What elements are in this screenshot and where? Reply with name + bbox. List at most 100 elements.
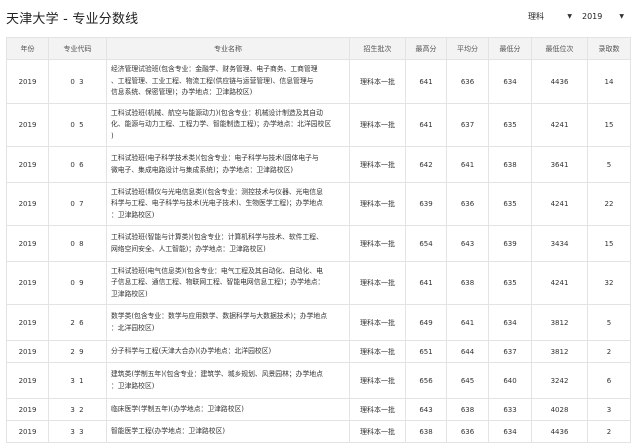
cell-batch: 理科本一批 [349,340,406,363]
col-header-batch[interactable]: 招生批次 [349,37,406,60]
cell-min-score: 639 [488,225,532,262]
cell-year: 2019 [6,146,49,183]
cell-batch: 理科本一批 [349,146,406,183]
cell-avg-score: 636 [446,59,489,104]
cell-max-score: 639 [405,182,447,226]
cell-admit-count: 3 [587,398,631,421]
table-row[interactable]: 2019 0 5 工科试验班(机械、航空与能源动力)(包含专业：机械设计制造及其自动… [6,103,631,147]
cell-admit-count: 5 [587,146,631,183]
cell-year: 2019 [6,261,49,305]
cell-batch: 理科本一批 [349,261,406,305]
cell-avg-score: 636 [446,182,489,226]
cell-year: 2019 [6,182,49,226]
table-row[interactable]: 2019 0 3 经济管理试验班(包含专业：金融学、财务管理、电子商务、工商管理 、… [6,59,631,104]
cell-year: 2019 [6,398,49,421]
filter-selects: 理科 ▼ 2019 ▼ [528,10,624,24]
table-row[interactable]: 2019 2 9 分子科学与工程(天津大合办)(办学地点：北洋园校区) 理科本一批 65… [6,340,631,363]
cell-code: 3 2 [48,398,107,421]
cell-min-rank: 4436 [531,59,588,104]
cell-min-score: 634 [488,59,532,104]
col-header-count[interactable]: 录取数 [587,37,631,60]
cell-admit-count: 2 [587,420,631,443]
cell-min-rank: 4028 [531,398,588,421]
cell-min-score: 635 [488,182,532,226]
cell-year: 2019 [6,362,49,399]
score-table: 年份 专业代码 专业名称 招生批次 最高分 平均分 最低分 最低位次 录取数 2… [6,37,631,443]
table-row[interactable]: 2019 0 8 工科试验班(智能与计算类)(包含专业：计算机科学与技术、软件工程、… [6,225,631,262]
cell-major-name: 分子科学与工程(天津大合办)(办学地点：北洋园校区) [106,340,350,363]
cell-major-name: 数学类(包含专业：数学与应用数学、数据科学与大数据技术)；办学地点 ：北洋园校区… [106,304,350,341]
table-body: 2019 0 3 经济管理试验班(包含专业：金融学、财务管理、电子商务、工商管理 、… [6,59,631,443]
cell-avg-score: 641 [446,146,489,183]
cell-min-rank: 4241 [531,103,588,147]
col-header-major[interactable]: 专业名称 [106,37,350,60]
col-header-code[interactable]: 专业代码 [48,37,107,60]
cell-admit-count: 5 [587,304,631,341]
col-header-min-rank[interactable]: 最低位次 [531,37,588,60]
cell-year: 2019 [6,420,49,443]
cell-code: 3 3 [48,420,107,443]
cell-year: 2019 [6,340,49,363]
cell-avg-score: 641 [446,304,489,341]
cell-major-name: 工科试验班(电气信息类)(包含专业：电气工程及其自动化、自动化、电 子信息工程、… [106,261,350,305]
table-row[interactable]: 2019 3 3 智能医学工程(办学地点：卫津路校区) 理科本一批 638 636 634 4… [6,420,631,443]
cell-max-score: 641 [405,103,447,147]
cell-major-name: 工科试验班(电子科学技术类)(包含专业：电子科学与技术(固体电子与 微电子、集成… [106,146,350,183]
cell-avg-score: 637 [446,103,489,147]
cell-major-name: 工科试验班(机械、航空与能源动力)(包含专业：机械设计制造及其自动 化、能源与动… [106,103,350,147]
cell-min-rank: 3242 [531,362,588,399]
cell-max-score: 643 [405,398,447,421]
cell-code: 2 9 [48,340,107,363]
cell-max-score: 641 [405,59,447,104]
cell-avg-score: 636 [446,420,489,443]
year-select[interactable]: 2019 ▼ [582,10,624,24]
cell-admit-count: 22 [587,182,631,226]
col-header-year[interactable]: 年份 [6,37,49,60]
cell-min-score: 635 [488,261,532,305]
cell-admit-count: 15 [587,225,631,262]
top-bar: 天津大学 - 专业分数线 理科 ▼ 2019 ▼ [0,0,640,36]
cell-admit-count: 15 [587,103,631,147]
cell-min-rank: 4436 [531,420,588,443]
cell-major-name: 工科试验班(精仪与光电信息类)(包含专业：测控技术与仪器、光电信息 科学与工程、… [106,182,350,226]
cell-min-score: 634 [488,304,532,341]
cell-major-name: 临床医学(学制五年)(办学地点：卫津路校区) [106,398,350,421]
cell-min-rank: 4241 [531,182,588,226]
cell-batch: 理科本一批 [349,362,406,399]
table-row[interactable]: 2019 3 2 临床医学(学制五年)(办学地点：卫津路校区) 理科本一批 643 638… [6,398,631,421]
cell-min-rank: 3812 [531,340,588,363]
cell-avg-score: 643 [446,225,489,262]
table-row[interactable]: 2019 3 1 建筑类(学制五年)(包含专业：建筑学、城乡规划、风景园林；办学地点… [6,362,631,399]
table-row[interactable]: 2019 0 9 工科试验班(电气信息类)(包含专业：电气工程及其自动化、自动化、电… [6,261,631,305]
cell-major-name: 经济管理试验班(包含专业：金融学、财务管理、电子商务、工商管理 、工程管理、工业… [106,59,350,104]
cell-code: 3 1 [48,362,107,399]
table-row[interactable]: 2019 0 7 工科试验班(精仪与光电信息类)(包含专业：测控技术与仪器、光电信息… [6,182,631,226]
table-row[interactable]: 2019 2 6 数学类(包含专业：数学与应用数学、数据科学与大数据技术)；办学地点… [6,304,631,341]
cell-batch: 理科本一批 [349,420,406,443]
cell-major-name: 智能医学工程(办学地点：卫津路校区) [106,420,350,443]
cell-year: 2019 [6,225,49,262]
cell-min-score: 640 [488,362,532,399]
cell-year: 2019 [6,59,49,104]
cell-min-score: 633 [488,398,532,421]
cell-min-rank: 3641 [531,146,588,183]
cell-batch: 理科本一批 [349,59,406,104]
cell-min-rank: 3812 [531,304,588,341]
page-title: 天津大学 - 专业分数线 [6,12,139,27]
col-header-avg[interactable]: 平均分 [446,37,489,60]
cell-batch: 理科本一批 [349,304,406,341]
cell-min-rank: 3434 [531,225,588,262]
cell-max-score: 642 [405,146,447,183]
cell-batch: 理科本一批 [349,398,406,421]
table-row[interactable]: 2019 0 6 工科试验班(电子科学技术类)(包含专业：电子科学与技术(固体电子与… [6,146,631,183]
col-header-min[interactable]: 最低分 [488,37,532,60]
cell-batch: 理科本一批 [349,225,406,262]
subject-type-select[interactable]: 理科 ▼ [528,10,572,24]
cell-min-score: 634 [488,420,532,443]
cell-year: 2019 [6,103,49,147]
cell-max-score: 651 [405,340,447,363]
chevron-down-icon: ▼ [619,13,624,20]
cell-max-score: 654 [405,225,447,262]
col-header-max[interactable]: 最高分 [405,37,447,60]
cell-code: 0 5 [48,103,107,147]
